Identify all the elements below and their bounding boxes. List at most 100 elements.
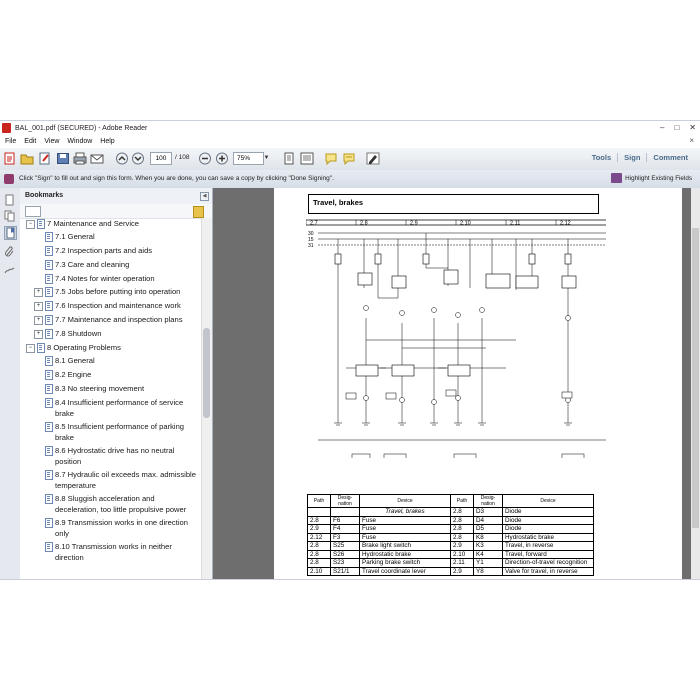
create-pdf-icon[interactable] (3, 152, 17, 165)
bookmark-item[interactable]: 7.2 Inspection parts and aids (20, 245, 198, 256)
bookmark-item[interactable]: 8.3 No steering movement (20, 383, 198, 394)
bookmarks-scroll-thumb[interactable] (203, 328, 210, 418)
hand-icon[interactable] (4, 194, 15, 206)
form-fields-icon (611, 173, 623, 183)
minimize-icon[interactable]: – (660, 123, 664, 132)
terminal-blocks (351, 453, 585, 458)
bookmark-item[interactable]: 8.2 Engine (20, 369, 198, 380)
highlight-fields-label: Highlight Existing Fields (625, 174, 692, 182)
open-file-icon[interactable] (20, 152, 34, 165)
bookmark-item[interactable]: − 8 Operating Problems (20, 342, 198, 353)
read-mode-icon[interactable] (300, 152, 314, 165)
bookmark-label: 7.8 Shutdown (55, 329, 102, 338)
comment-link[interactable]: Comment (646, 153, 694, 162)
menu-file[interactable]: File (5, 138, 16, 145)
close-icon[interactable]: ✕ (689, 123, 696, 132)
save-icon[interactable] (56, 152, 70, 165)
menu-help[interactable]: Help (100, 138, 114, 145)
fit-page-icon[interactable] (282, 152, 296, 165)
bookmark-item[interactable]: 8.7 Hydraulic oil exceeds max. admissibl… (20, 469, 198, 491)
print-icon[interactable] (73, 152, 87, 165)
bookmark-item[interactable]: 8.6 Hydrostatic drive has no neutral pos… (20, 445, 198, 467)
column-header: Device (502, 494, 594, 508)
table-cell: 2.8 (307, 558, 331, 568)
bookmark-item[interactable]: 8.1 General (20, 355, 198, 366)
expand-node-icon[interactable]: + (34, 316, 43, 325)
bookmark-item[interactable]: +7.8 Shutdown (20, 328, 198, 339)
document-scroll-thumb[interactable] (692, 228, 699, 528)
bookmark-label: 8.6 Hydrostatic drive has no neutral pos… (55, 446, 175, 466)
adobe-reader-window: BAL_001.pdf (SECURED) - Adobe Reader – □… (0, 120, 700, 580)
menu-view[interactable]: View (44, 138, 59, 145)
bookmark-icon (45, 274, 53, 284)
zoom-level-input[interactable]: 75% (233, 152, 264, 165)
expand-node-icon[interactable]: + (34, 302, 43, 311)
collapse-node-icon[interactable]: − (26, 344, 35, 353)
expand-node-icon[interactable]: + (34, 288, 43, 297)
bookmark-item[interactable]: 8.5 Insufficient performance of parking … (20, 421, 198, 443)
bookmark-item[interactable]: 7.3 Care and cleaning (20, 259, 198, 270)
window-controls: – □ ✕ (660, 123, 696, 132)
table-row: 2.10 S21/1 Travel coordinate lever 2.9 Y8 Val… (307, 566, 594, 576)
document-scrollbar[interactable] (691, 188, 700, 579)
bookmark-item[interactable]: +7.5 Jobs before putting into operation (20, 286, 198, 297)
table-cell: D4 (473, 515, 503, 525)
email-icon[interactable] (90, 152, 104, 165)
bookmark-icon (37, 343, 45, 353)
page-thumbnails-icon[interactable] (4, 210, 15, 222)
bookmark-label: 7.2 Inspection parts and aids (55, 246, 153, 255)
close-document-icon[interactable]: × (689, 136, 694, 145)
bookmark-item[interactable]: +7.7 Maintenance and inspection plans (20, 314, 198, 325)
menu-edit[interactable]: Edit (24, 138, 36, 145)
table-cell: 2.8 (450, 532, 474, 542)
page-number-input[interactable]: 100 (150, 152, 172, 165)
table-header: Path Desig- nation Device Path Desig- nation… (307, 494, 594, 508)
power-rails (318, 232, 606, 441)
menu-window[interactable]: Window (67, 138, 92, 145)
bookmarks-icon[interactable] (4, 226, 17, 240)
table-cell: 2.11 (450, 558, 474, 568)
table-cell: Diode (502, 507, 594, 517)
bookmark-item[interactable]: 7.4 Notes for winter operation (20, 273, 198, 284)
fuses (334, 253, 572, 265)
previous-page-icon[interactable] (115, 152, 129, 165)
expand-node-icon[interactable]: + (34, 330, 43, 339)
comment-icon[interactable] (324, 152, 338, 166)
next-page-icon[interactable] (131, 152, 145, 165)
bookmark-icon (45, 542, 53, 552)
chevron-down-icon[interactable]: ▼ (262, 152, 271, 165)
bookmark-label: 8.9 Transmission works in one direction … (55, 518, 188, 538)
tools-link[interactable]: Tools (586, 153, 617, 162)
bookmark-icon (45, 470, 53, 480)
bookmark-icon (45, 370, 53, 380)
bookmark-item[interactable]: − 7 Maintenance and Service (20, 218, 198, 229)
bookmark-item[interactable]: 7.1 General (20, 231, 198, 242)
bookmark-icon (45, 315, 53, 325)
edit-pdf-icon[interactable] (38, 152, 52, 165)
maximize-icon[interactable]: □ (674, 123, 679, 132)
table-cell: F3 (330, 532, 360, 542)
highlight-fields-button[interactable]: Highlight Existing Fields (611, 173, 692, 183)
table-cell: S21/1 (330, 566, 360, 576)
column-header: Path (450, 494, 474, 508)
signatures-icon[interactable] (4, 264, 15, 276)
bookmark-options-icon[interactable] (25, 206, 41, 217)
attachments-icon[interactable] (4, 246, 15, 258)
zoom-out-icon[interactable] (198, 152, 212, 165)
collapse-node-icon[interactable]: − (26, 220, 35, 229)
collapse-pane-icon[interactable]: ◀ (200, 192, 209, 201)
sign-tool-icon[interactable] (366, 152, 380, 165)
zoom-in-icon[interactable] (215, 152, 229, 165)
bookmarks-scrollbar[interactable] (201, 218, 212, 579)
sign-link[interactable]: Sign (617, 153, 646, 162)
new-bookmark-icon[interactable] (193, 206, 204, 218)
navigation-pane-strip (0, 188, 21, 579)
bookmark-item[interactable]: +7.6 Inspection and maintenance work (20, 300, 198, 311)
highlight-icon[interactable] (342, 152, 356, 166)
bookmark-item[interactable]: 8.8 Sluggish acceleration and decelerati… (20, 493, 198, 515)
bookmark-item[interactable]: 8.10 Transmission works in neither direc… (20, 541, 198, 563)
bookmark-icon (45, 287, 53, 297)
bookmark-item[interactable]: 8.9 Transmission works in one direction … (20, 517, 198, 539)
bookmark-icon (45, 422, 53, 432)
bookmark-item[interactable]: 8.4 Insufficient performance of service … (20, 397, 198, 419)
